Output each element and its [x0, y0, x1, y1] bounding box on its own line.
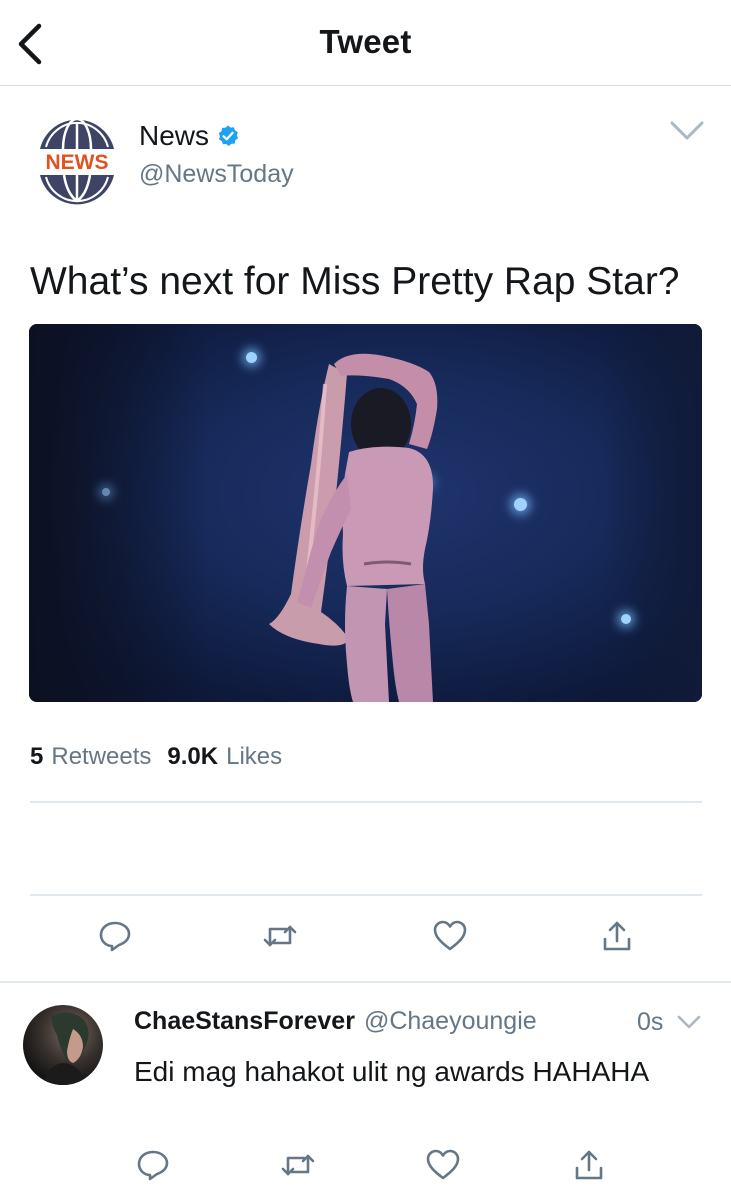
like-button[interactable] [425, 1147, 461, 1183]
likes-label: Likes [226, 743, 283, 770]
reply-button[interactable] [135, 1147, 171, 1183]
performer-figure [269, 353, 438, 702]
heart-icon [426, 1149, 460, 1180]
reply-actions-bar [0, 1147, 731, 1187]
retweets-label: Retweets [51, 743, 152, 770]
author-name[interactable]: News [139, 120, 209, 152]
reply-avatar-image [43, 1012, 89, 1085]
share-button[interactable] [571, 1147, 607, 1183]
reply-author-avatar[interactable] [23, 1005, 103, 1085]
news-logo-icon: NEWS [40, 119, 114, 205]
retweet-button[interactable] [280, 1147, 316, 1183]
retweet-icon [263, 925, 297, 947]
divider [30, 894, 702, 896]
like-button[interactable] [432, 918, 468, 954]
reply-text: Edi mag hahakot ulit ng awards HAHAHA [134, 1056, 650, 1087]
retweet-button[interactable] [262, 918, 298, 954]
author-name-row: News [139, 120, 240, 152]
reply-tweet[interactable]: ChaeStansForever @Chaeyoungie 0s Edi mag… [0, 983, 731, 1200]
top-navigation-bar: Tweet [0, 0, 731, 86]
chevron-down-icon[interactable] [676, 1013, 702, 1033]
reply-header: ChaeStansForever @Chaeyoungie [134, 1007, 537, 1036]
page-title: Tweet [319, 23, 412, 60]
likes-stat[interactable]: 9.0K Likes [167, 743, 282, 771]
retweets-count: 5 [30, 743, 44, 770]
author-avatar[interactable]: NEWS [34, 119, 120, 205]
reply-timestamp: 0s [637, 1008, 664, 1036]
share-icon [603, 921, 631, 951]
reply-button[interactable] [97, 918, 133, 954]
chevron-down-icon[interactable] [668, 118, 706, 144]
reply-author-handle[interactable]: @Chaeyoungie [364, 1007, 537, 1036]
divider [30, 801, 702, 803]
heart-icon [433, 920, 467, 951]
tweet-actions-bar [0, 918, 731, 958]
verified-badge-icon [218, 125, 239, 146]
tweet-media-image[interactable] [29, 324, 702, 702]
tweet-stats: 5 Retweets 9.0K Likes [30, 743, 282, 771]
retweets-stat[interactable]: 5 Retweets [30, 743, 151, 771]
likes-count: 9.0K [167, 743, 219, 770]
author-handle[interactable]: @NewsToday [139, 160, 294, 189]
share-icon [575, 1150, 603, 1180]
reply-author-name[interactable]: ChaeStansForever [134, 1007, 355, 1036]
svg-text:NEWS: NEWS [46, 151, 109, 174]
reply-icon [137, 1150, 169, 1181]
tweet-text: What’s next for Miss Pretty Rap Star? [30, 260, 680, 303]
reply-icon [99, 921, 131, 952]
retweet-icon [281, 1154, 315, 1176]
share-button[interactable] [599, 918, 635, 954]
